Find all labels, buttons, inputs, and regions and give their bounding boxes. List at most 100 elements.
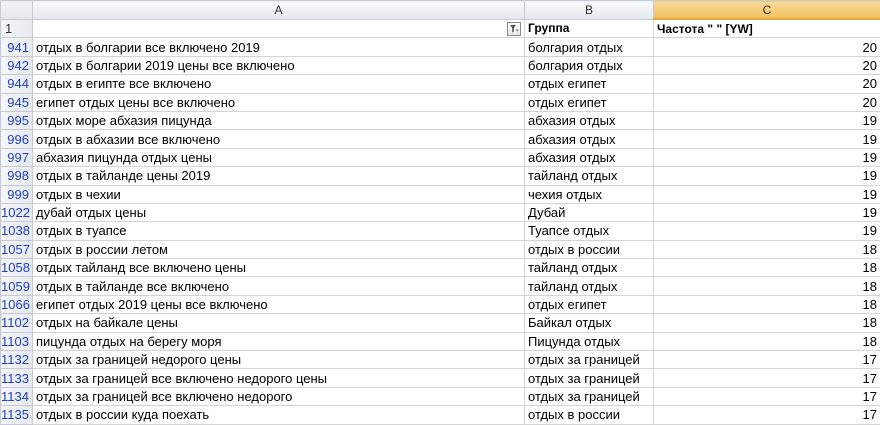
row-number[interactable]: 1133 — [1, 369, 33, 387]
table-row: 997абхазия пицунда отдых ценыабхазия отд… — [1, 148, 880, 166]
row-number[interactable]: 995 — [1, 111, 33, 129]
cell-keyword[interactable]: отдых за границей все включено недорого — [33, 387, 525, 405]
cell-frequency[interactable]: 18 — [654, 314, 880, 332]
cell-keyword[interactable]: отдых в болгарии все включено 2019 — [33, 38, 525, 56]
row-number[interactable]: 996 — [1, 130, 33, 148]
cell-keyword[interactable]: отдых в чехии — [33, 185, 525, 203]
cell-group[interactable]: тайланд отдых — [525, 167, 654, 185]
select-all-corner[interactable] — [1, 1, 33, 20]
cell-group[interactable]: отдых за границей — [525, 351, 654, 369]
cell-frequency[interactable]: 20 — [654, 56, 880, 74]
cell-group[interactable]: отдых египет — [525, 295, 654, 313]
cell-frequency[interactable]: 19 — [654, 130, 880, 148]
row-number[interactable]: 941 — [1, 38, 33, 56]
row-number[interactable]: 1022 — [1, 203, 33, 221]
row-number[interactable]: 944 — [1, 75, 33, 93]
cell-b1[interactable]: Группа — [525, 19, 654, 38]
row-number[interactable]: 999 — [1, 185, 33, 203]
cell-keyword[interactable]: отдых в тайланде цены 2019 — [33, 167, 525, 185]
cell-group[interactable]: Туапсе отдых — [525, 222, 654, 240]
cell-frequency[interactable]: 18 — [654, 277, 880, 295]
cell-keyword[interactable]: отдых в тайланде все включено — [33, 277, 525, 295]
cell-frequency[interactable]: 20 — [654, 38, 880, 56]
cell-keyword[interactable]: отдых море абхазия пицунда — [33, 111, 525, 129]
row-number[interactable]: 1059 — [1, 277, 33, 295]
cell-c1[interactable]: Частота " " [YW] — [654, 19, 880, 38]
cell-group[interactable]: тайланд отдых — [525, 277, 654, 295]
cell-frequency[interactable]: 19 — [654, 148, 880, 166]
cell-group[interactable]: абхазия отдых — [525, 148, 654, 166]
cell-keyword[interactable]: абхазия пицунда отдых цены — [33, 148, 525, 166]
cell-group[interactable]: Байкал отдых — [525, 314, 654, 332]
cell-keyword[interactable]: дубай отдых цены — [33, 203, 525, 221]
table-row: 1066египет отдых 2019 цены все включеноо… — [1, 295, 880, 313]
cell-keyword[interactable]: отдых в абхазии все включено — [33, 130, 525, 148]
cell-keyword[interactable]: отдых за границей все включено недорого … — [33, 369, 525, 387]
row-number[interactable]: 1102 — [1, 314, 33, 332]
cell-keyword[interactable]: отдых в россии куда поехать — [33, 406, 525, 424]
cell-frequency[interactable]: 20 — [654, 93, 880, 111]
cell-frequency[interactable]: 19 — [654, 185, 880, 203]
filter-dropdown-button[interactable] — [507, 22, 521, 36]
row-number[interactable]: 1132 — [1, 351, 33, 369]
cell-group[interactable]: Пицунда отдых — [525, 332, 654, 350]
cell-group[interactable]: Дубай — [525, 203, 654, 221]
row-number[interactable]: 942 — [1, 56, 33, 74]
cell-frequency[interactable]: 17 — [654, 406, 880, 424]
cell-group[interactable]: отдых за границей — [525, 387, 654, 405]
cell-group[interactable]: отдых в россии — [525, 406, 654, 424]
cell-frequency[interactable]: 19 — [654, 203, 880, 221]
cell-keyword[interactable]: отдых в туапсе — [33, 222, 525, 240]
row-number[interactable]: 1038 — [1, 222, 33, 240]
cell-group[interactable]: тайланд отдых — [525, 259, 654, 277]
cell-group[interactable]: отдых египет — [525, 93, 654, 111]
cell-frequency[interactable]: 20 — [654, 75, 880, 93]
column-header-a[interactable]: A — [33, 1, 525, 20]
cell-frequency[interactable]: 19 — [654, 222, 880, 240]
cell-group[interactable]: болгария отдых — [525, 56, 654, 74]
row-number[interactable]: 1103 — [1, 332, 33, 350]
column-header-b[interactable]: B — [525, 1, 654, 20]
cell-keyword[interactable]: египет отдых цены все включено — [33, 93, 525, 111]
row-number[interactable]: 1058 — [1, 259, 33, 277]
cell-frequency[interactable]: 19 — [654, 111, 880, 129]
cell-group[interactable]: болгария отдых — [525, 38, 654, 56]
cell-frequency[interactable]: 17 — [654, 369, 880, 387]
table-row: 1134отдых за границей все включено недор… — [1, 387, 880, 405]
cell-group[interactable]: отдых в россии — [525, 240, 654, 258]
cell-frequency[interactable]: 17 — [654, 387, 880, 405]
cell-frequency[interactable]: 17 — [654, 351, 880, 369]
table-row: 995отдых море абхазия пицундаабхазия отд… — [1, 111, 880, 129]
cell-frequency[interactable]: 18 — [654, 332, 880, 350]
cell-keyword[interactable]: отдых в египте все включено — [33, 75, 525, 93]
cell-keyword[interactable]: отдых на байкале цены — [33, 314, 525, 332]
cell-keyword[interactable]: отдых в болгарии 2019 цены все включено — [33, 56, 525, 74]
cell-a1[interactable] — [33, 19, 525, 38]
cell-keyword[interactable]: отдых в россии летом — [33, 240, 525, 258]
row-number[interactable]: 1066 — [1, 295, 33, 313]
row-number[interactable]: 945 — [1, 93, 33, 111]
cell-keyword[interactable]: пицунда отдых на берегу моря — [33, 332, 525, 350]
cell-frequency[interactable]: 18 — [654, 259, 880, 277]
table-row: 941отдых в болгарии все включено 2019бол… — [1, 38, 880, 56]
row-number[interactable]: 1 — [1, 19, 33, 38]
cell-frequency[interactable]: 18 — [654, 240, 880, 258]
row-number[interactable]: 997 — [1, 148, 33, 166]
cell-frequency[interactable]: 19 — [654, 167, 880, 185]
column-header-c[interactable]: C — [654, 1, 880, 20]
row-number[interactable]: 998 — [1, 167, 33, 185]
cell-group[interactable]: отдых египет — [525, 75, 654, 93]
cell-group[interactable]: абхазия отдых — [525, 111, 654, 129]
row-number[interactable]: 1134 — [1, 387, 33, 405]
table-row: 1057отдых в россии летомотдых в россии18 — [1, 240, 880, 258]
row-number[interactable]: 1135 — [1, 406, 33, 424]
cell-keyword[interactable]: отдых за границей недорого цены — [33, 351, 525, 369]
cell-keyword[interactable]: отдых тайланд все включено цены — [33, 259, 525, 277]
table-row: 942отдых в болгарии 2019 цены все включе… — [1, 56, 880, 74]
cell-group[interactable]: отдых за границей — [525, 369, 654, 387]
cell-group[interactable]: чехия отдых — [525, 185, 654, 203]
row-number[interactable]: 1057 — [1, 240, 33, 258]
cell-keyword[interactable]: египет отдых 2019 цены все включено — [33, 295, 525, 313]
cell-group[interactable]: абхазия отдых — [525, 130, 654, 148]
cell-frequency[interactable]: 18 — [654, 295, 880, 313]
